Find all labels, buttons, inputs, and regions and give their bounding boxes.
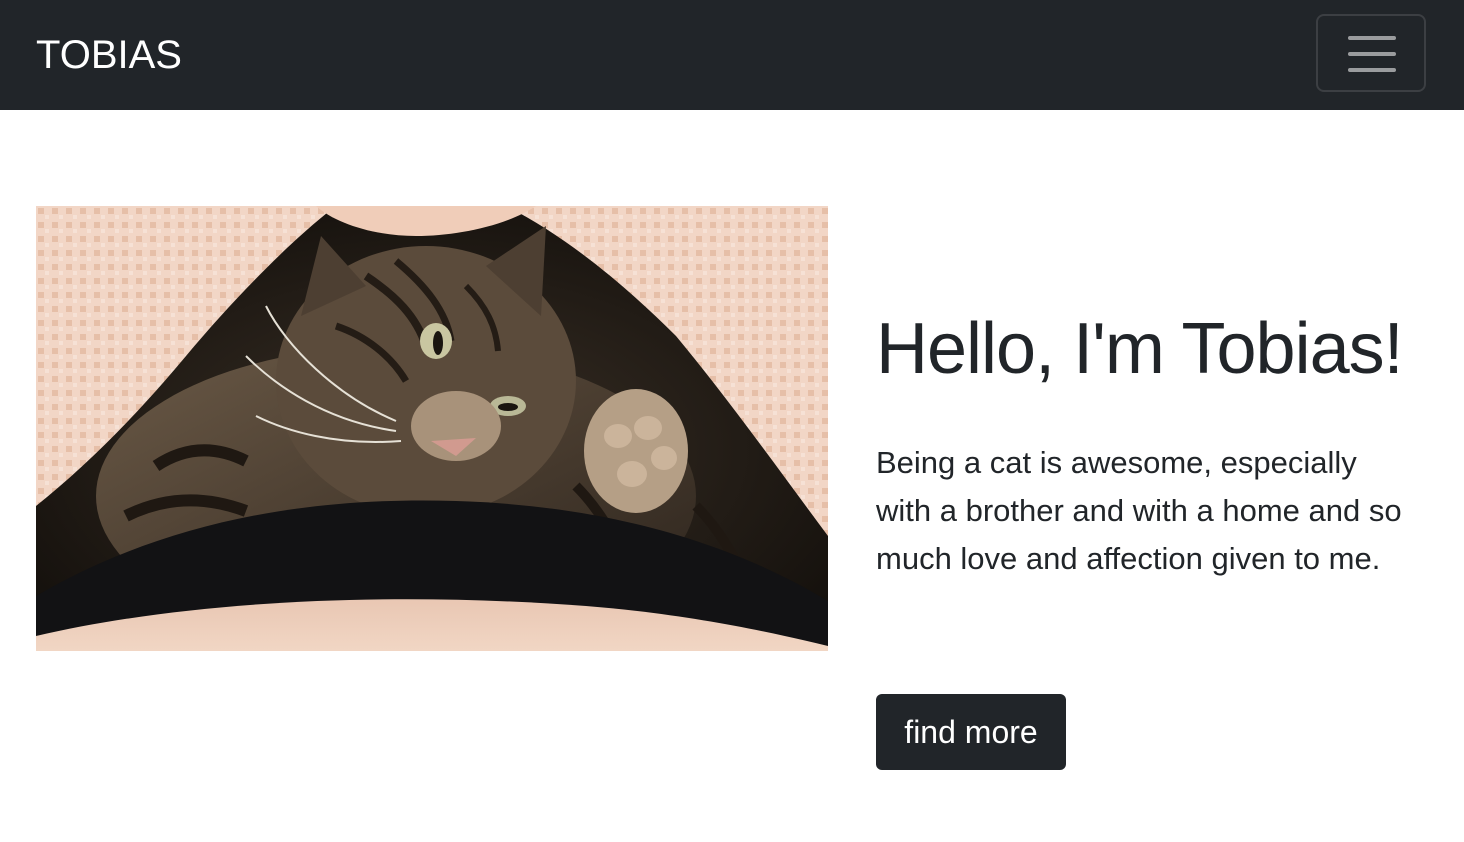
cat-photo bbox=[36, 206, 828, 651]
find-more-button[interactable]: find more bbox=[876, 694, 1066, 770]
brand-link[interactable]: TOBIAS bbox=[36, 30, 182, 80]
intro-paragraph: Being a cat is awesome, especially with … bbox=[876, 445, 1402, 576]
page-title: Hello, I'm Tobias! bbox=[876, 309, 1404, 389]
hamburger-menu-icon bbox=[1348, 36, 1396, 72]
top-navbar: TOBIAS bbox=[0, 0, 1464, 110]
navbar-toggle-button[interactable] bbox=[1316, 14, 1426, 92]
